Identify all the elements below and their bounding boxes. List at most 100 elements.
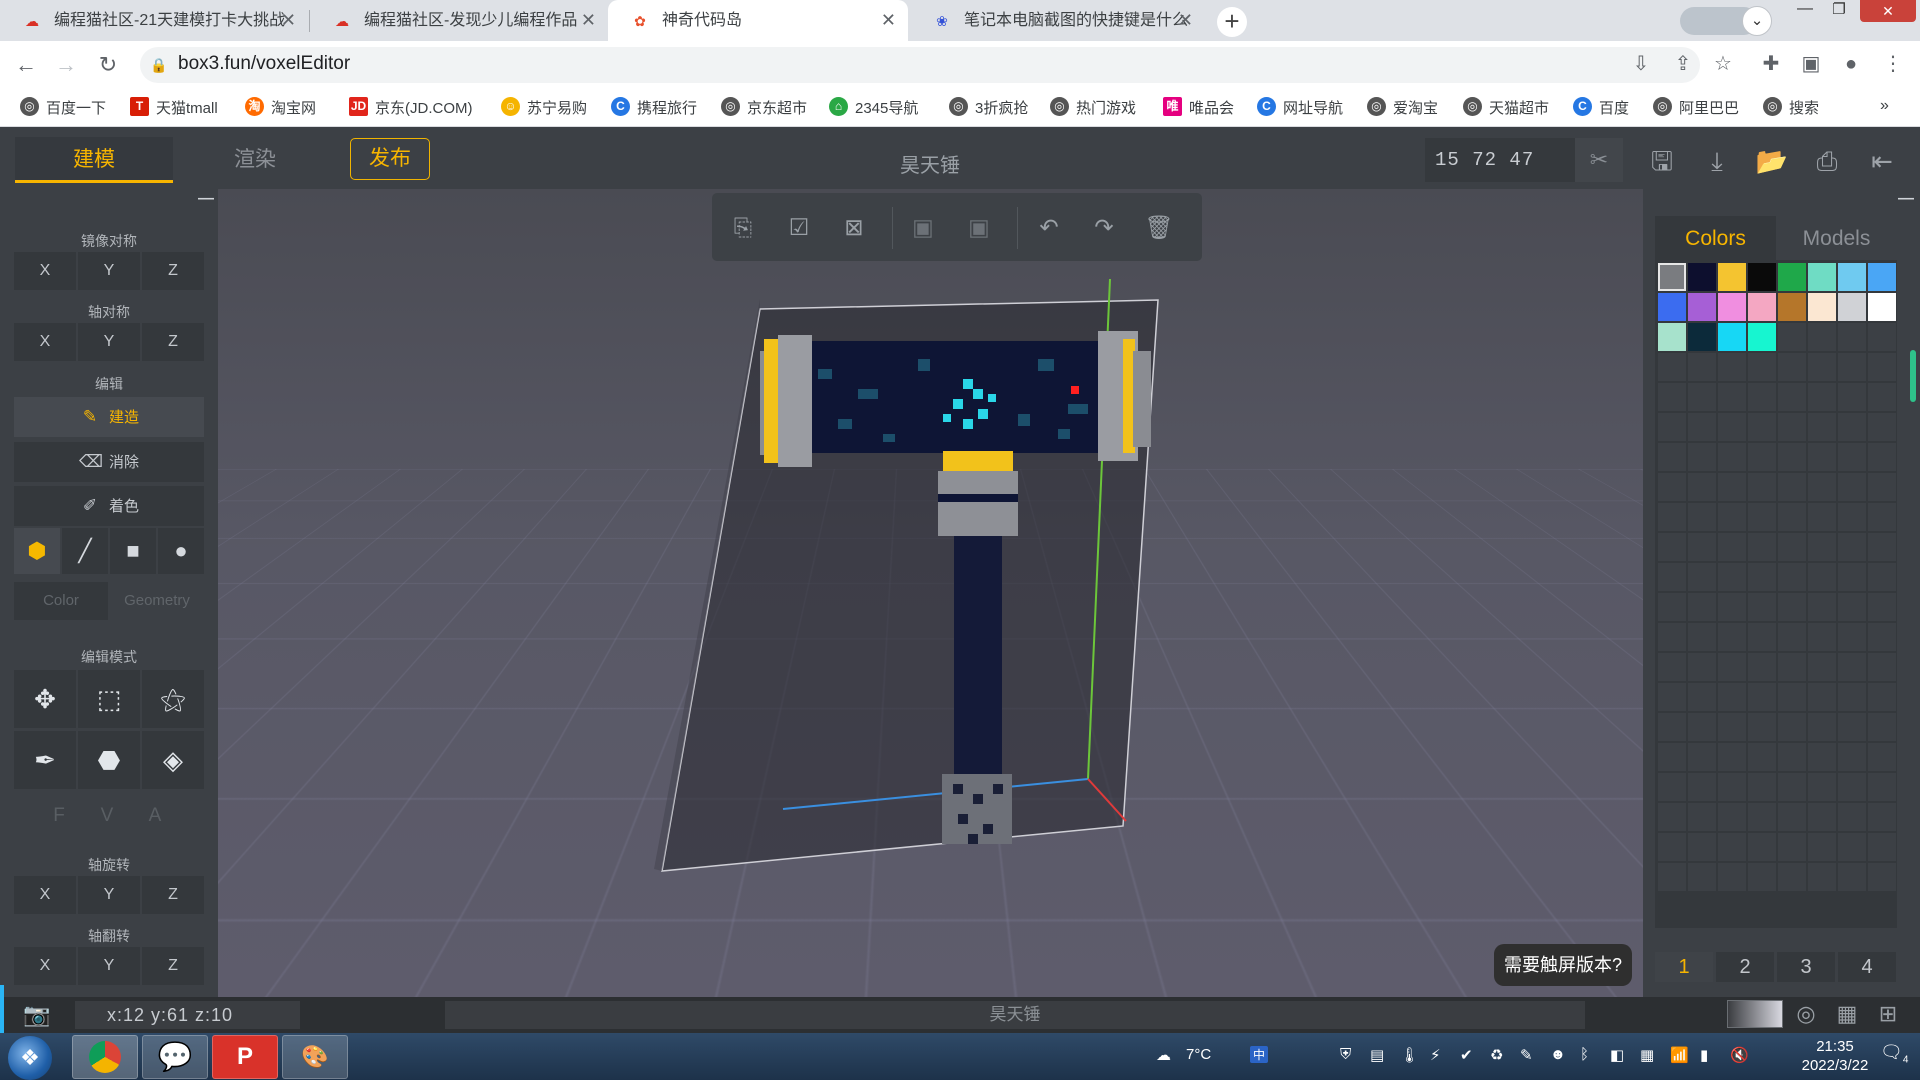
move-icon[interactable]: ✥ [14,670,76,728]
empty-swatch[interactable] [1808,563,1836,591]
lock-icon[interactable]: 🔒 [150,57,167,74]
empty-swatch[interactable] [1808,503,1836,531]
empty-swatch[interactable] [1658,803,1686,831]
empty-swatch[interactable] [1688,593,1716,621]
palette-page-1[interactable]: 1 [1655,952,1713,982]
bookmark-item[interactable]: C 网址导航 [1257,97,1343,118]
empty-swatch[interactable] [1748,683,1776,711]
empty-swatch[interactable] [1868,593,1896,621]
close-icon[interactable]: ✕ [1178,0,1193,41]
bookmark-item[interactable]: ◎ 3折疯抢 [949,97,1028,118]
wechat-tray-icon[interactable]: ☻ [1550,1046,1566,1063]
empty-swatch[interactable] [1808,773,1836,801]
thermometer-icon[interactable]: 🌡 [1400,1046,1419,1064]
empty-swatch[interactable] [1778,593,1806,621]
empty-swatch[interactable] [1748,563,1776,591]
empty-swatch[interactable] [1868,683,1896,711]
empty-swatch[interactable] [1658,713,1686,741]
empty-swatch[interactable] [1688,803,1716,831]
empty-swatch[interactable] [1688,563,1716,591]
magic-wand-icon[interactable]: ⚝ [142,670,204,728]
empty-swatch[interactable] [1808,533,1836,561]
bookmark-item[interactable]: ◎ 阿里巴巴 [1653,97,1739,118]
3d-viewport[interactable] [218,189,1643,997]
empty-swatch[interactable] [1838,863,1866,891]
paint-mode-button[interactable]: ✐ 着色 [14,486,204,526]
mirror-y-button[interactable]: Y [78,252,140,290]
empty-swatch[interactable] [1688,863,1716,891]
empty-swatch[interactable] [1778,773,1806,801]
window-close-icon[interactable]: ✕ [1860,0,1916,22]
a-toggle[interactable]: A [124,805,186,827]
color-swatch[interactable] [1688,323,1716,351]
empty-swatch[interactable] [1778,413,1806,441]
empty-swatch[interactable] [1808,473,1836,501]
color-swatch[interactable] [1658,323,1686,351]
square-icon[interactable]: ■ [110,528,156,574]
install-icon[interactable]: ⇩ [1628,51,1654,77]
empty-swatch[interactable] [1868,653,1896,681]
empty-swatch[interactable] [1748,803,1776,831]
layer-front-icon[interactable]: ▣ [962,210,996,244]
empty-swatch[interactable] [1808,413,1836,441]
build-mode-button[interactable]: ✎ 建造 [14,397,204,437]
empty-swatch[interactable] [1748,713,1776,741]
color-swatch[interactable] [1868,293,1896,321]
redo-icon[interactable]: ↷ [1087,210,1121,244]
empty-swatch[interactable] [1718,593,1746,621]
sphere-icon[interactable]: ● [158,528,204,574]
empty-swatch[interactable] [1718,773,1746,801]
empty-swatch[interactable] [1748,623,1776,651]
touch-version-tip[interactable]: 需要触屏版本? [1494,944,1632,986]
empty-swatch[interactable] [1658,683,1686,711]
flip-x-button[interactable]: X [14,947,76,985]
mirror-x-button[interactable]: X [14,252,76,290]
empty-swatch[interactable] [1658,623,1686,651]
rotate-x-button[interactable]: X [14,876,76,914]
bookmark-item[interactable]: ◎ 热门游戏 [1050,97,1136,118]
share-icon[interactable]: ⇪ [1670,51,1696,77]
camera-icon[interactable]: 📷 [22,1002,52,1028]
bookmark-item[interactable]: JD 京东(JD.COM) [349,97,473,118]
empty-swatch[interactable] [1658,863,1686,891]
empty-swatch[interactable] [1838,503,1866,531]
empty-swatch[interactable] [1718,353,1746,381]
eyedropper-icon[interactable]: ✒ [14,731,76,789]
empty-swatch[interactable] [1718,533,1746,561]
empty-swatch[interactable] [1718,833,1746,861]
empty-swatch[interactable] [1838,833,1866,861]
paint-taskbar-icon[interactable]: 🎨 [282,1035,348,1079]
color-swatch[interactable] [1658,263,1686,291]
undo-icon[interactable]: ↶ [1032,210,1066,244]
empty-swatch[interactable] [1778,713,1806,741]
copy-icon[interactable]: ⎘ [726,210,760,244]
empty-swatch[interactable] [1688,503,1716,531]
more-bookmarks-icon[interactable]: » [1880,97,1889,115]
notification-icon[interactable]: 🗨4 [1880,1042,1908,1066]
empty-swatch[interactable] [1748,533,1776,561]
background-gradient-button[interactable] [1727,1000,1783,1028]
select-rect-icon[interactable]: ⬚ [78,670,140,728]
axis-sym-y-button[interactable]: Y [78,323,140,361]
empty-swatch[interactable] [1718,383,1746,411]
app-tray-icon[interactable]: ✎ [1520,1046,1533,1064]
empty-swatch[interactable] [1868,803,1896,831]
empty-swatch[interactable] [1838,473,1866,501]
tab-render[interactable]: 渲染 [180,137,330,183]
empty-swatch[interactable] [1658,563,1686,591]
bookmark-item[interactable]: ◎ 百度一下 [20,97,106,118]
bookmark-item[interactable]: ◎ 京东超市 [721,97,807,118]
empty-swatch[interactable] [1838,533,1866,561]
color-swatch[interactable] [1658,293,1686,321]
bluetooth-icon[interactable]: ᛒ [1580,1046,1589,1063]
empty-swatch[interactable] [1838,713,1866,741]
axis-sym-z-button[interactable]: Z [142,323,204,361]
empty-swatch[interactable] [1718,503,1746,531]
url-text[interactable]: box3.fun/voxelEditor [178,53,350,75]
bookmark-item[interactable]: ◎ 搜索 [1763,97,1819,118]
color-swatch[interactable] [1808,293,1836,321]
empty-swatch[interactable] [1808,683,1836,711]
app-tray-icon[interactable]: ✔ [1460,1046,1473,1064]
save-icon[interactable]: 🖫 [1645,144,1679,178]
color-swatch[interactable] [1778,293,1806,321]
